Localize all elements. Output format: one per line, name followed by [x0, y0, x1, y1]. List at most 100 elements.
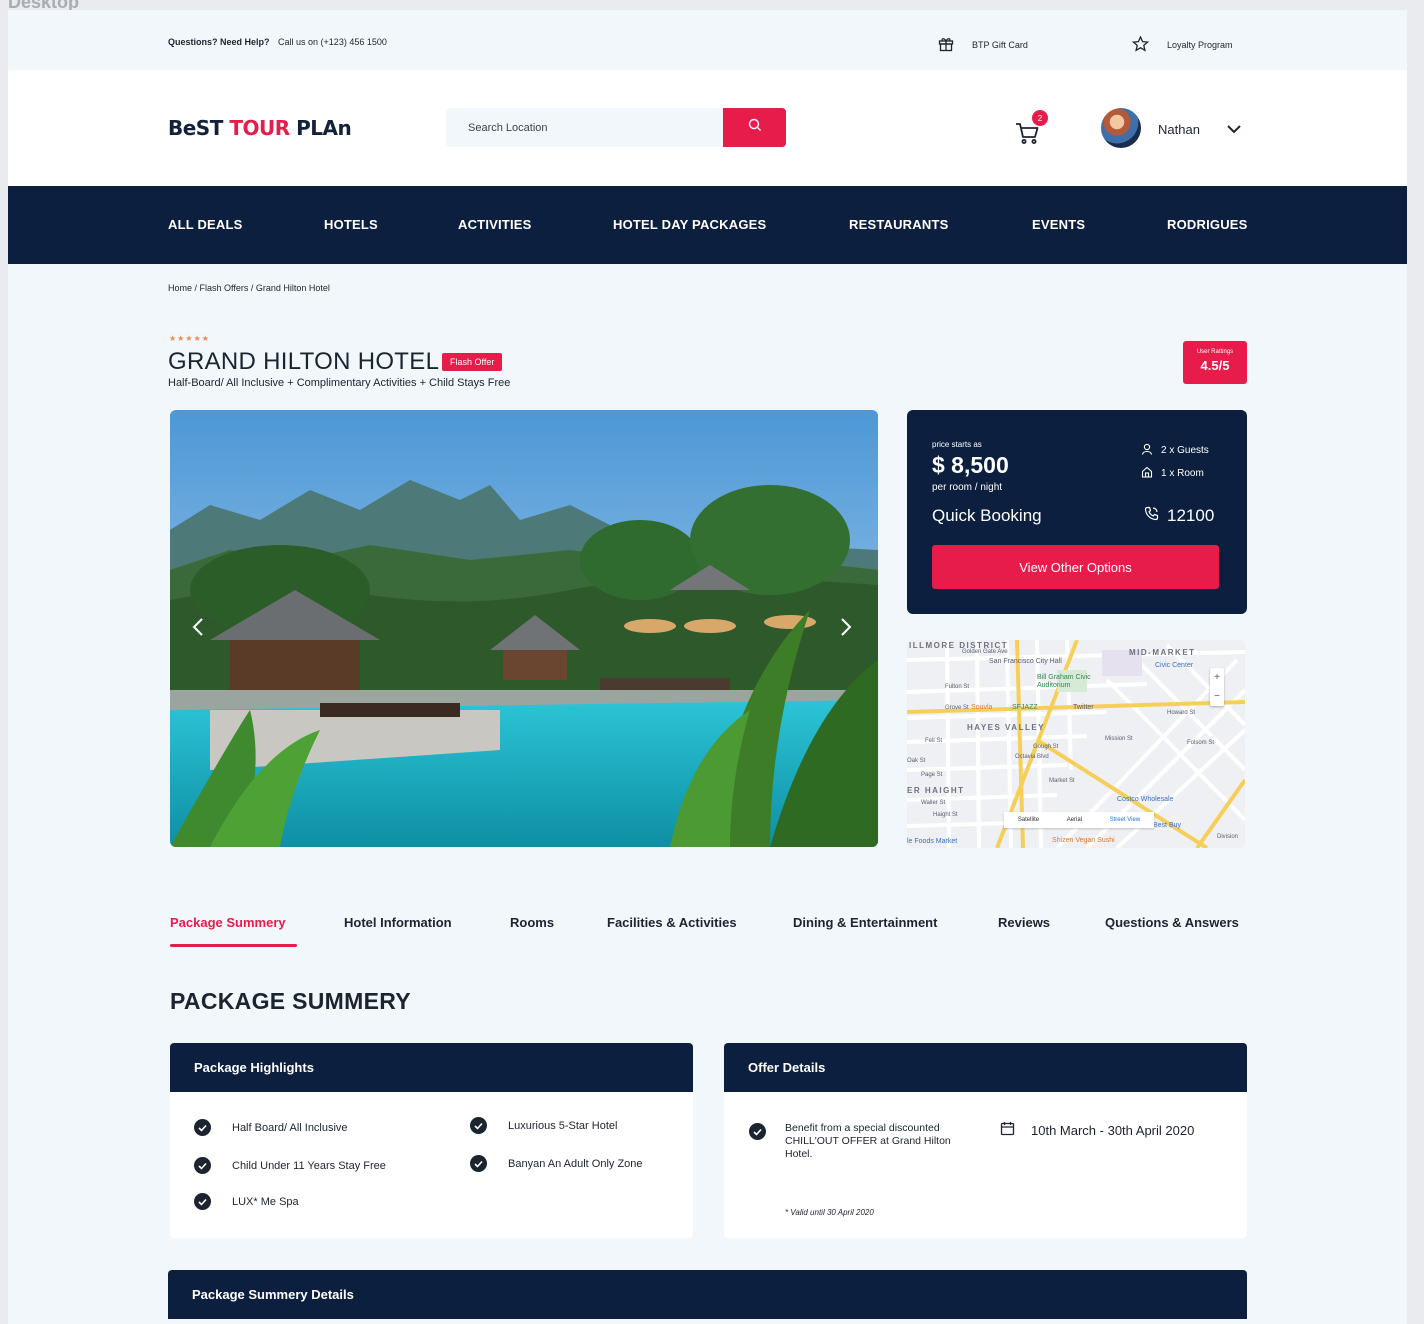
guests-label: 2 x Guests [1161, 445, 1209, 456]
check-circle-icon [194, 1119, 211, 1136]
package-summery-details-header: Package Summery Details [168, 1270, 1247, 1319]
check-circle-icon [470, 1155, 487, 1172]
map-street-label: Mission St [1105, 736, 1133, 742]
rooms-selector[interactable]: 1 x Room [1141, 466, 1204, 481]
map-street-label: Haight St [933, 812, 958, 818]
map-place-label: San Francisco City Hall [989, 658, 1062, 665]
map-zoom-out-button[interactable]: − [1210, 687, 1224, 706]
map-place-label: Twitter [1073, 704, 1094, 711]
tab-questions-answers[interactable]: Questions & Answers [1105, 915, 1239, 930]
carousel-prev-button[interactable] [188, 615, 208, 639]
check-circle-icon [470, 1117, 487, 1134]
package-highlights-card: Package Highlights Half Board/ All Inclu… [170, 1043, 693, 1238]
phone-icon [1144, 506, 1159, 526]
calendar-icon [1000, 1121, 1015, 1139]
map-street-label: Oak St [907, 758, 926, 764]
logo-part-2: TOUR [229, 116, 290, 140]
map-street-label: Market St [1049, 778, 1075, 784]
map-street-label: Grove St [945, 705, 969, 711]
map-street-label: Gough St [1033, 744, 1059, 750]
user-icon [1141, 443, 1153, 458]
tab-hotel-information[interactable]: Hotel Information [344, 915, 452, 930]
section-title: PACKAGE SUMMERY [170, 988, 411, 1014]
logo-part-3: PLAn [296, 116, 352, 140]
map-place-label: Bill Graham Civic Auditorium [1037, 674, 1091, 689]
gift-icon [938, 36, 954, 54]
hotel-star-rating: ★★★★★ [169, 334, 210, 343]
nav-item-hotels[interactable]: HOTELS [324, 217, 378, 232]
help-phone[interactable]: Call us on (+123) 456 1500 [278, 37, 387, 47]
view-other-options-button[interactable]: View Other Options [932, 545, 1219, 589]
map-street-label: Golden Gate Ave [962, 649, 1008, 655]
map-district-label: MID-MARKET [1129, 648, 1196, 657]
highlight-text: LUX* Me Spa [232, 1195, 299, 1208]
offer-dates-text: 10th March - 30th April 2020 [1031, 1122, 1195, 1138]
logo-part-1: BeST [168, 116, 223, 140]
map-place-label: Costco Wholesale [1117, 796, 1174, 803]
offer-details-title: Offer Details [724, 1043, 1247, 1092]
gift-card-label: BTP Gift Card [972, 40, 1028, 50]
chevron-down-icon[interactable] [1226, 122, 1242, 140]
map-mode-aerial[interactable]: Aerial [1067, 817, 1082, 823]
nav-item-activities[interactable]: ACTIVITIES [458, 217, 532, 232]
check-circle-icon [194, 1157, 211, 1174]
nav-item-hotel-day-packages[interactable]: HOTEL DAY PACKAGES [613, 217, 766, 232]
loyalty-program-link[interactable]: Loyalty Program [1131, 35, 1233, 54]
guests-selector[interactable]: 2 x Guests [1141, 443, 1209, 458]
cart-icon [1014, 123, 1040, 150]
tab-dining-entertainment[interactable]: Dining & Entertainment [793, 915, 937, 930]
price-unit: per room / night [932, 482, 1003, 493]
header: BeST TOUR PLAn 2 Nat [8, 70, 1407, 186]
loyalty-label: Loyalty Program [1167, 40, 1233, 50]
nav-item-rodrigues[interactable]: RODRIGUES [1167, 217, 1248, 232]
map-street-label: Waller St [921, 800, 946, 806]
nav-item-all-deals[interactable]: ALL DEALS [168, 217, 243, 232]
map-district-label: HAYES VALLEY [967, 723, 1046, 732]
user-rating-value: 4.5/5 [1200, 358, 1230, 373]
home-icon [1141, 466, 1153, 481]
map-place-label: le Foods Market [907, 838, 958, 845]
flash-offer-badge: Flash Offer [442, 353, 503, 371]
main-nav: ALL DEALS HOTELS ACTIVITIES HOTEL DAY PA… [8, 186, 1407, 264]
booking-phone-number: 12100 [1167, 506, 1215, 525]
gift-card-link[interactable]: BTP Gift Card [938, 36, 1028, 54]
search-button[interactable] [723, 108, 786, 147]
nav-item-events[interactable]: EVENTS [1032, 217, 1085, 232]
map-place-label: Souvla [971, 704, 993, 711]
avatar[interactable] [1101, 108, 1141, 148]
carousel-next-button[interactable] [836, 615, 856, 639]
tab-facilities-activities[interactable]: Facilities & Activities [607, 915, 737, 930]
highlight-text: Banyan An Adult Only Zone [508, 1157, 643, 1170]
tab-rooms[interactable]: Rooms [510, 915, 554, 930]
package-highlights-title: Package Highlights [170, 1043, 693, 1092]
offer-description: Benefit from a special discounted CHILL'… [785, 1122, 951, 1160]
rooms-label: 1 x Room [1161, 468, 1204, 479]
list-item: Child Under 11 Years Stay Free [194, 1157, 386, 1174]
hotel-photo [170, 410, 878, 847]
logo[interactable]: BeST TOUR PLAn [168, 116, 352, 140]
map-zoom-in-button[interactable]: + [1210, 668, 1224, 687]
highlight-text: Half Board/ All Inclusive [232, 1121, 348, 1134]
offer-date-range: 10th March - 30th April 2020 [1000, 1121, 1194, 1139]
tab-package-summery[interactable]: Package Summery [170, 915, 286, 930]
tab-reviews[interactable]: Reviews [998, 915, 1050, 930]
search-input[interactable] [446, 108, 723, 147]
help-contact: Questions? Need Help? Call us on (+123) … [168, 37, 387, 47]
nav-item-restaurants[interactable]: RESTAURANTS [849, 217, 948, 232]
quick-booking-card: price starts as $ 8,500 per room / night… [907, 410, 1247, 614]
top-bar: Questions? Need Help? Call us on (+123) … [8, 10, 1407, 70]
user-name[interactable]: Nathan [1158, 122, 1200, 137]
check-circle-icon [749, 1123, 766, 1140]
map-street-label: Fulton St [945, 684, 970, 690]
cart-button[interactable]: 2 [1014, 110, 1048, 146]
list-item: Banyan An Adult Only Zone [470, 1155, 643, 1172]
highlight-text: Child Under 11 Years Stay Free [232, 1159, 386, 1172]
map-mode-street-view[interactable]: Street View [1110, 817, 1141, 823]
check-circle-icon [194, 1193, 211, 1210]
breadcrumb[interactable]: Home / Flash Offers / Grand Hilton Hotel [168, 283, 330, 293]
list-item: LUX* Me Spa [194, 1193, 299, 1210]
hotel-photo-carousel[interactable] [170, 410, 878, 847]
booking-phone[interactable]: 12100 [1144, 506, 1214, 526]
location-map[interactable]: ILLMORE DISTRICT MID-MARKET HAYES VALLEY… [907, 640, 1245, 848]
map-mode-satellite[interactable]: Satellite [1018, 817, 1039, 823]
